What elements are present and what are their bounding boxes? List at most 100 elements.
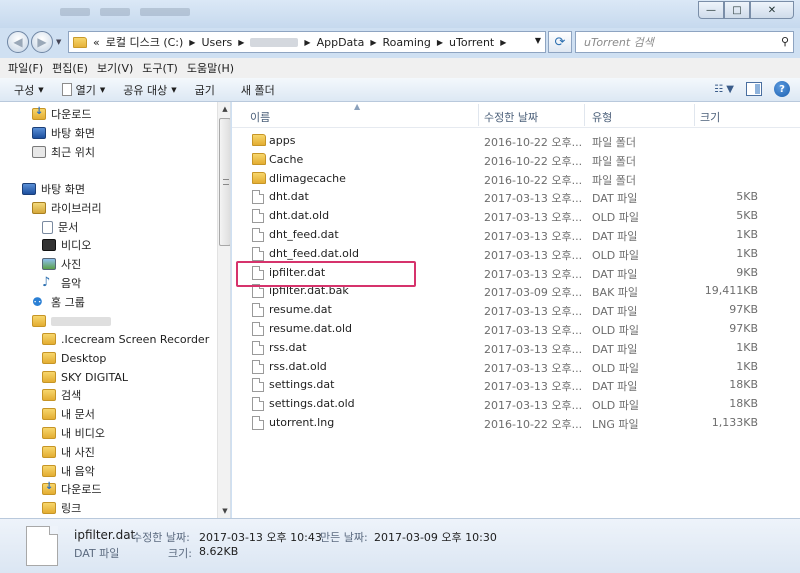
- search-box[interactable]: ⚲: [575, 31, 794, 53]
- file-row[interactable]: Cache 2016-10-22 오후... 파일 폴더: [232, 150, 800, 169]
- file-date-modified: 2017-03-13 오후...: [484, 248, 583, 262]
- file-row[interactable]: dlimagecache 2016-10-22 오후... 파일 폴더: [232, 169, 800, 188]
- minimize-button[interactable]: —: [698, 1, 724, 19]
- address-segment-appdata[interactable]: AppData: [317, 36, 365, 49]
- file-size: 5KB: [736, 190, 758, 204]
- file-row[interactable]: rss.dat 2017-03-13 오후... DAT 파일 1KB: [232, 338, 800, 357]
- address-segment-drive[interactable]: 로컬 디스크 (C:): [106, 34, 184, 50]
- burn-button[interactable]: 굽기: [195, 82, 215, 98]
- address-separator-icon[interactable]: ▶: [437, 38, 443, 47]
- nav-item-my-pictures[interactable]: 내 사진: [42, 443, 95, 461]
- nav-item-my-videos[interactable]: 내 비디오: [42, 424, 105, 442]
- nav-item-downloads[interactable]: 다운로드: [32, 105, 91, 123]
- nav-item-user-downloads[interactable]: 다운로드: [42, 480, 101, 498]
- recent-pages-dropdown-icon[interactable]: ▼: [56, 38, 61, 46]
- nav-item-icecream[interactable]: .Icecream Screen Recorder: [42, 330, 209, 348]
- nav-item-pictures[interactable]: 사진: [42, 255, 81, 273]
- file-row[interactable]: apps 2016-10-22 오후... 파일 폴더: [232, 131, 800, 150]
- help-icon[interactable]: ?: [774, 81, 790, 97]
- file-row[interactable]: settings.dat 2017-03-13 오후... DAT 파일 18KB: [232, 375, 800, 394]
- column-separator[interactable]: [478, 104, 479, 126]
- nav-item-videos[interactable]: 비디오: [42, 236, 91, 254]
- nav-item-recent-places[interactable]: 최근 위치: [32, 143, 95, 161]
- address-bar[interactable]: « 로컬 디스크 (C:) ▶ Users ▶ ▶ AppData ▶ Roam…: [68, 31, 546, 53]
- nav-item-music[interactable]: ♪ 음악: [42, 274, 81, 292]
- column-type[interactable]: 유형: [592, 109, 612, 125]
- address-separator-icon[interactable]: ▶: [304, 38, 310, 47]
- column-date-modified[interactable]: 수정한 날짜: [484, 109, 538, 125]
- address-segment-user-blurred[interactable]: [250, 37, 299, 47]
- open-button[interactable]: 열기 ▼: [61, 82, 106, 98]
- address-separator-icon[interactable]: ▶: [500, 38, 506, 47]
- document-icon: [61, 83, 72, 96]
- address-separator-icon[interactable]: ▶: [370, 38, 376, 47]
- file-name: rss.dat: [269, 340, 307, 354]
- nav-item-label: .Icecream Screen Recorder: [61, 332, 210, 346]
- nav-item-sky-digital[interactable]: SKY DIGITAL: [42, 368, 128, 386]
- file-row[interactable]: ipfilter.dat 2017-03-13 오후... DAT 파일 9KB: [232, 263, 800, 282]
- column-size[interactable]: 크기: [700, 109, 720, 125]
- share-with-button[interactable]: 공유 대상 ▼: [123, 82, 176, 98]
- file-row[interactable]: dht.dat.old 2017-03-13 오후... OLD 파일 5KB: [232, 206, 800, 225]
- file-name: dht_feed.dat: [269, 228, 339, 241]
- nav-item-user-folder[interactable]: [32, 312, 111, 330]
- address-separator-icon[interactable]: ▶: [189, 38, 195, 47]
- nav-item-searches[interactable]: 검색: [42, 386, 81, 404]
- nav-item-label: 최근 위치: [51, 146, 95, 159]
- nav-item-my-documents[interactable]: 내 문서: [42, 405, 95, 423]
- chevron-down-icon: ▼: [99, 85, 106, 94]
- address-separator-icon[interactable]: ▶: [238, 38, 244, 47]
- menu-tools[interactable]: 도구(T): [142, 60, 178, 76]
- new-folder-button[interactable]: 새 폴더: [241, 82, 275, 98]
- change-view-icon[interactable]: ☷ ▼: [714, 84, 734, 95]
- menu-view[interactable]: 보기(V): [97, 60, 133, 76]
- file-row[interactable]: rss.dat.old 2017-03-13 오후... OLD 파일 1KB: [232, 357, 800, 376]
- address-overflow[interactable]: «: [93, 36, 100, 49]
- file-row[interactable]: dht_feed.dat 2017-03-13 오후... DAT 파일 1KB: [232, 225, 800, 244]
- column-separator[interactable]: [584, 104, 585, 126]
- search-icon[interactable]: ⚲: [781, 35, 789, 48]
- refresh-button[interactable]: ⟳: [548, 31, 572, 53]
- nav-item-my-music[interactable]: 내 음악: [42, 462, 95, 480]
- file-row[interactable]: utorrent.lng 2016-10-22 오후... LNG 파일 1,133K…: [232, 413, 800, 432]
- nav-item-documents[interactable]: 문서: [42, 218, 78, 236]
- column-name[interactable]: 이름: [250, 109, 270, 125]
- nav-scrollbar[interactable]: ▲ ▼: [217, 102, 230, 518]
- organize-button[interactable]: 구성 ▼: [14, 82, 44, 98]
- file-name: utorrent.lng: [269, 416, 335, 429]
- address-segment-roaming[interactable]: Roaming: [383, 36, 431, 49]
- menu-help[interactable]: 도움말(H): [187, 60, 234, 76]
- address-segment-users[interactable]: Users: [201, 36, 232, 49]
- scroll-up-icon[interactable]: ▲: [218, 102, 230, 116]
- file-icon: [252, 246, 264, 261]
- scrollbar-thumb[interactable]: [219, 118, 230, 246]
- nav-item-desktop-folder[interactable]: Desktop: [42, 349, 106, 367]
- file-row[interactable]: ipfilter.dat.bak 2017-03-09 오후... BAK 파일 19…: [232, 281, 800, 300]
- maximize-button[interactable]: □: [724, 1, 750, 19]
- scroll-down-icon[interactable]: ▼: [218, 504, 230, 518]
- file-icon: [252, 416, 264, 430]
- forward-button[interactable]: ▶: [31, 31, 53, 53]
- file-row[interactable]: dht_feed.dat.old 2017-03-13 오후... OLD 파일 1K…: [232, 244, 800, 263]
- file-row[interactable]: resume.dat.old 2017-03-13 오후... OLD 파일 97KB: [232, 319, 800, 338]
- nav-item-desktop[interactable]: 바탕 화면: [32, 124, 95, 142]
- nav-item-desktop-root[interactable]: 바탕 화면: [22, 180, 85, 198]
- menu-file[interactable]: 파일(F): [8, 60, 43, 76]
- address-segment-utorrent[interactable]: uTorrent: [449, 36, 494, 49]
- address-history-dropdown-icon[interactable]: ▼: [535, 36, 541, 45]
- title-bar: — □ ✕: [0, 0, 800, 28]
- nav-item-links[interactable]: 링크: [42, 499, 81, 517]
- close-button[interactable]: ✕: [750, 1, 794, 19]
- file-row[interactable]: resume.dat 2017-03-13 오후... DAT 파일 97KB: [232, 300, 800, 319]
- nav-item-libraries[interactable]: 라이브러리: [32, 199, 102, 217]
- nav-item-homegroup[interactable]: ⚉ 홈 그룹: [32, 293, 85, 311]
- file-name: dht.dat: [269, 190, 309, 204]
- column-separator[interactable]: [694, 104, 695, 126]
- back-button[interactable]: ◀: [7, 31, 29, 53]
- menu-edit[interactable]: 편집(E): [52, 60, 88, 76]
- file-row[interactable]: dht.dat 2017-03-13 오후... DAT 파일 5KB: [232, 187, 800, 206]
- search-input[interactable]: [584, 35, 764, 49]
- preview-pane-icon[interactable]: [746, 82, 762, 96]
- file-row[interactable]: settings.dat.old 2017-03-13 오후... OLD 파일 18…: [232, 394, 800, 413]
- folder-icon: [252, 152, 266, 165]
